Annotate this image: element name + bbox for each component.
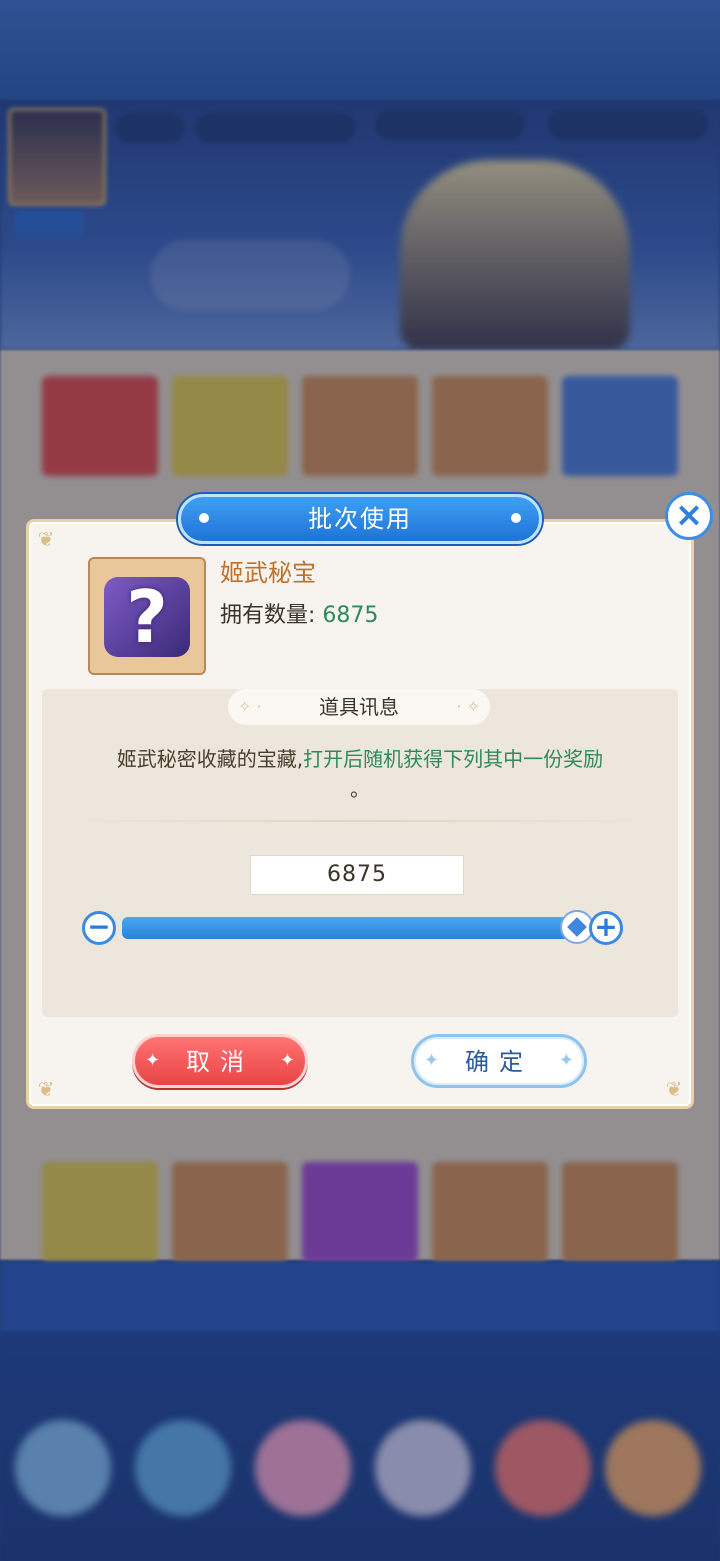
item-count-label: 拥有数量: bbox=[220, 603, 316, 628]
close-icon: × bbox=[674, 495, 704, 535]
item-icon-frame: ? bbox=[88, 557, 206, 675]
item-count-value: 6875 bbox=[322, 603, 379, 628]
plus-icon: + bbox=[594, 910, 618, 943]
diamond-ornament-icon: · ✧ bbox=[456, 697, 480, 716]
description-highlight: 打开后随机获得下列其中一份奖励 bbox=[303, 747, 604, 771]
item-count: 拥有数量: 6875 bbox=[220, 600, 378, 632]
cancel-button[interactable]: ✦ 取消 ✦ bbox=[132, 1034, 308, 1088]
quantity-slider[interactable] bbox=[122, 917, 592, 939]
confirm-button[interactable]: ✦ 确定 ✦ bbox=[411, 1034, 587, 1088]
item-description: 姬武秘密收藏的宝藏,打开后随机获得下列其中一份奖励 。 bbox=[66, 744, 654, 804]
corner-ornament-icon: ❦ bbox=[665, 1077, 683, 1101]
decrease-button[interactable]: − bbox=[82, 911, 116, 945]
item-name: 姬武秘宝 bbox=[220, 559, 316, 587]
sparkle-icon: ✦ bbox=[558, 1050, 574, 1071]
increase-button[interactable]: + bbox=[589, 911, 623, 945]
cancel-label: 取消 bbox=[186, 1048, 254, 1076]
sparkle-icon: ✦ bbox=[424, 1050, 440, 1071]
corner-ornament-icon: ❦ bbox=[37, 527, 55, 551]
divider bbox=[66, 820, 654, 822]
slider-fill bbox=[122, 917, 592, 939]
dialog-title-plate: 批次使用 bbox=[178, 494, 542, 544]
info-panel bbox=[42, 689, 678, 1017]
corner-ornament-icon: ❦ bbox=[37, 1077, 55, 1101]
description-text: 姬武秘密收藏的宝藏, bbox=[116, 747, 304, 771]
close-button[interactable]: × bbox=[665, 492, 713, 540]
info-header-text: 道具讯息 bbox=[319, 695, 399, 719]
info-header: ✧ · 道具讯息 · ✧ bbox=[228, 689, 490, 725]
description-end: 。 bbox=[350, 777, 370, 801]
confirm-label: 确定 bbox=[465, 1048, 533, 1076]
sparkle-icon: ✦ bbox=[279, 1050, 295, 1071]
sparkle-icon bbox=[511, 513, 521, 523]
dialog-title: 批次使用 bbox=[308, 505, 412, 533]
minus-icon: − bbox=[87, 910, 111, 943]
question-mark-icon: ? bbox=[126, 575, 168, 659]
quantity-input[interactable]: 6875 bbox=[250, 855, 464, 895]
sparkle-icon: ✦ bbox=[145, 1050, 161, 1071]
